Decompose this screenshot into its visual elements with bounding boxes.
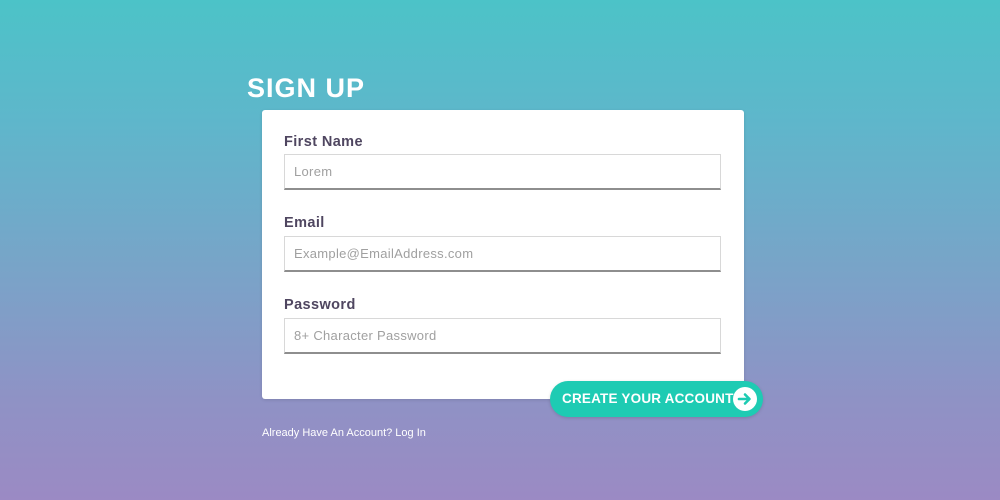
create-account-button[interactable]: CREATE YOUR ACCOUNT — [550, 381, 763, 417]
password-input[interactable] — [284, 318, 721, 354]
signup-form-card: First Name Email Password — [262, 110, 744, 399]
password-label: Password — [284, 297, 356, 313]
create-account-label: CREATE YOUR ACCOUNT — [562, 391, 734, 406]
first-name-input[interactable] — [284, 154, 721, 190]
email-label: Email — [284, 215, 325, 231]
email-input[interactable] — [284, 236, 721, 272]
page-title: SIGN UP — [247, 73, 366, 103]
first-name-label: First Name — [284, 134, 363, 150]
login-link[interactable]: Already Have An Account? Log In — [262, 426, 426, 440]
arrow-right-circle-icon — [733, 387, 757, 411]
